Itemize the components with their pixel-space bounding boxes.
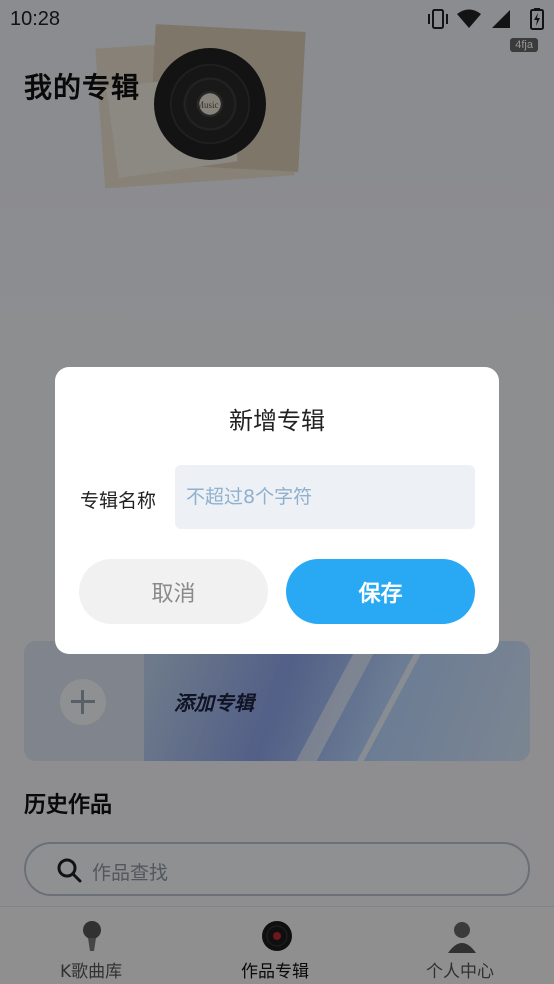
dialog-title: 新增专辑 <box>229 407 325 435</box>
album-name-input[interactable] <box>175 465 475 529</box>
save-button[interactable]: 保存 <box>286 559 475 624</box>
album-name-label: 专辑名称 <box>80 490 157 512</box>
new-album-dialog: 新增专辑 专辑名称 取消 保存 <box>55 367 499 654</box>
cancel-button[interactable]: 取消 <box>79 559 268 624</box>
